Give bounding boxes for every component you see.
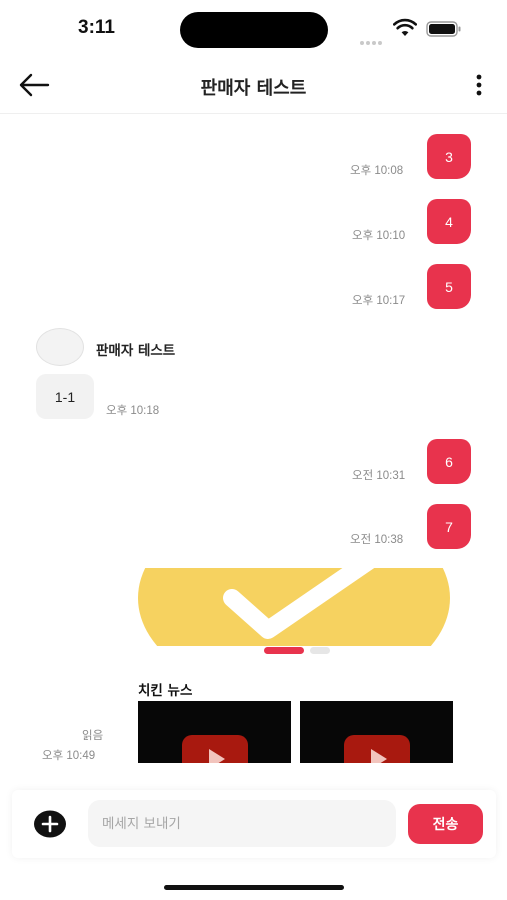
youtube-play-icon [182, 735, 248, 763]
wifi-icon [393, 18, 417, 36]
more-vertical-icon [476, 74, 482, 96]
carousel-dot[interactable] [310, 647, 330, 654]
video-thumbnail[interactable] [300, 701, 453, 763]
card-title: 치킨 뉴스 [138, 683, 193, 699]
message-time: 오후 10:10 [352, 230, 406, 242]
read-status: 읽음 [82, 728, 104, 742]
attach-button[interactable] [34, 810, 66, 838]
message-time: 오전 10:31 [352, 470, 406, 482]
checkmark-banner-icon [120, 568, 472, 646]
message-time: 오후 10:18 [106, 405, 160, 417]
news-card-message[interactable]: 치킨 뉴스 [120, 568, 472, 763]
cellular-signal-icon [360, 30, 386, 45]
plus-circle-icon [34, 810, 66, 838]
message-time: 오전 10:38 [350, 534, 404, 546]
sender-name: 판매자 테스트 [96, 343, 176, 359]
message-bubble-out: 7 [427, 504, 471, 549]
more-options-button[interactable] [470, 72, 488, 98]
message-bubble-in: 1-1 [36, 374, 94, 419]
message-bubble-out: 4 [427, 199, 471, 244]
chat-messages[interactable]: 3 오후 10:08 4 오후 10:10 5 오후 10:17 판매자 테스트… [0, 115, 507, 763]
card-banner-image[interactable] [120, 568, 472, 646]
send-button[interactable]: 전송 [408, 804, 483, 844]
message-input[interactable] [88, 800, 396, 847]
message-bubble-out: 3 [427, 134, 471, 179]
message-time: 오후 10:17 [352, 295, 406, 307]
video-thumbnail[interactable] [138, 701, 291, 763]
home-indicator[interactable] [164, 885, 344, 890]
message-time: 오후 10:49 [42, 750, 96, 762]
page-title: 판매자 테스트 [200, 78, 307, 99]
message-composer: 전송 [12, 790, 496, 858]
youtube-play-icon [344, 735, 410, 763]
avatar[interactable] [36, 328, 84, 366]
carousel-dot-active[interactable] [264, 647, 304, 654]
message-bubble-out: 6 [427, 439, 471, 484]
message-bubble-out: 5 [427, 264, 471, 309]
dynamic-island [180, 12, 328, 48]
chat-header: 판매자 테스트 [0, 58, 507, 114]
battery-icon [426, 21, 461, 37]
status-bar: 3:11 [0, 0, 507, 58]
status-time: 3:11 [78, 17, 115, 38]
message-time: 오후 10:08 [350, 165, 404, 177]
